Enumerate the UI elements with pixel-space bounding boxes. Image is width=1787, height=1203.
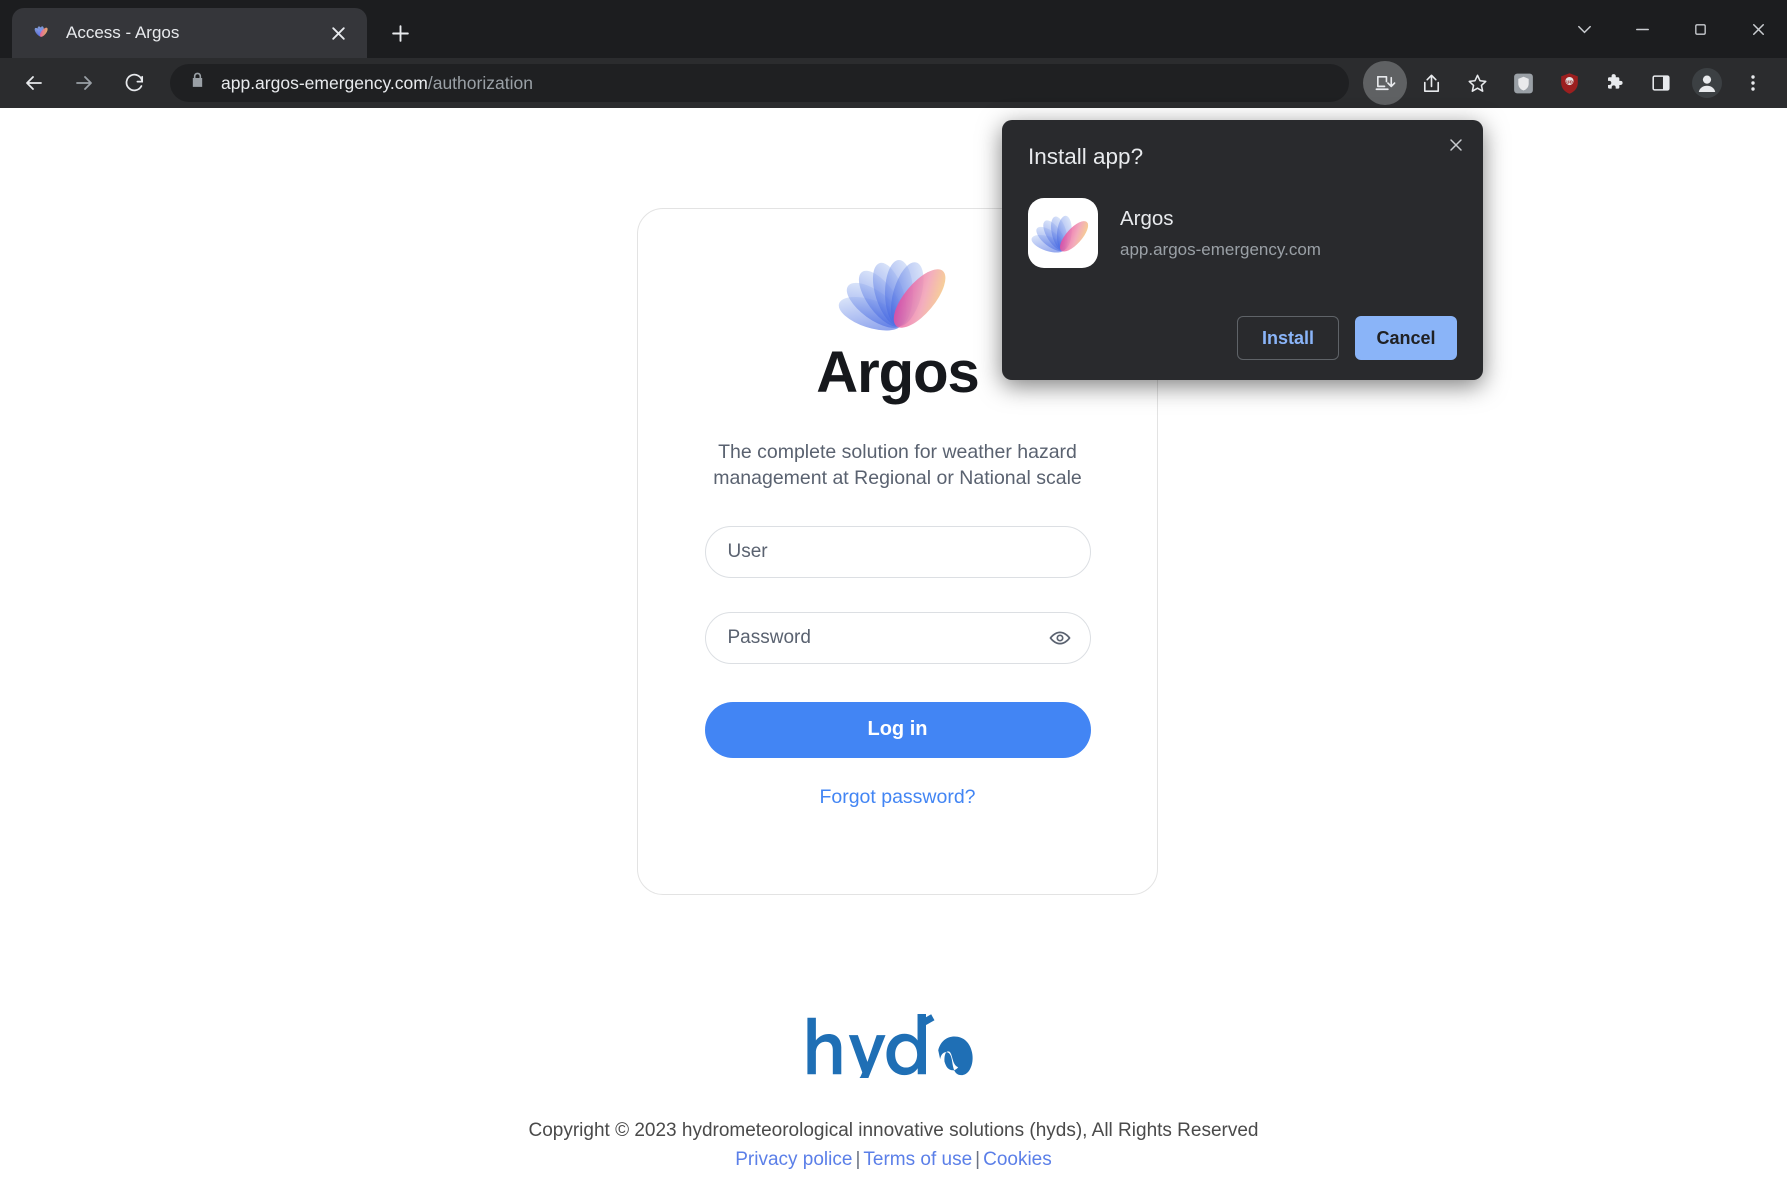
dialog-app-row: Argos app.argos-emergency.com: [1028, 198, 1457, 268]
profile-avatar-icon[interactable]: [1685, 61, 1729, 105]
side-panel-icon[interactable]: [1639, 61, 1683, 105]
legal-separator-2: |: [975, 1149, 981, 1170]
dialog-app-origin: app.argos-emergency.com: [1120, 239, 1321, 259]
browser-toolbar: app.argos-emergency.com/authorization ʊᴏ: [0, 58, 1787, 108]
chrome-menu-icon[interactable]: [1731, 61, 1775, 105]
brand: Argos: [816, 237, 980, 406]
argos-flower-icon: [1028, 198, 1098, 268]
extensions-puzzle-icon[interactable]: [1593, 61, 1637, 105]
copyright-text: Copyright © 2023 hydrometeorological inn…: [528, 1120, 1259, 1141]
url-path: /authorization: [427, 72, 533, 93]
svg-text:ʊᴏ: ʊᴏ: [1566, 79, 1573, 85]
legal-links: Privacy police | Terms of use | Cookies: [735, 1149, 1052, 1171]
login-button[interactable]: Log in: [704, 701, 1091, 758]
cancel-button[interactable]: Cancel: [1355, 316, 1457, 360]
dialog-close-icon[interactable]: [1441, 130, 1471, 160]
hyds-wave-logo: [799, 1014, 989, 1088]
back-button[interactable]: [12, 61, 56, 105]
lock-icon: [190, 72, 205, 94]
url-host: app.argos-emergency.com: [221, 72, 428, 93]
ublock-origin-icon[interactable]: ʊᴏ: [1547, 61, 1591, 105]
extension-shield-icon[interactable]: [1501, 61, 1545, 105]
password-input[interactable]: [727, 612, 1068, 663]
argos-flower-icon: [30, 22, 52, 44]
window-controls: [1555, 0, 1787, 58]
minimize-button[interactable]: [1613, 7, 1671, 51]
password-field[interactable]: [704, 611, 1091, 664]
bookmark-star-icon[interactable]: [1455, 61, 1499, 105]
new-tab-button[interactable]: [385, 18, 415, 48]
privacy-link[interactable]: Privacy police: [735, 1149, 852, 1170]
eye-icon[interactable]: [1046, 624, 1074, 652]
forgot-password-link[interactable]: Forgot password?: [819, 786, 975, 809]
dialog-app-info: Argos app.argos-emergency.com: [1120, 207, 1321, 260]
terms-link[interactable]: Terms of use: [863, 1149, 972, 1170]
tab-strip: Access - Argos: [0, 0, 1787, 58]
tab-title: Access - Argos: [66, 23, 180, 42]
install-app-dialog: Install app? Argos app.argos-emergency.c…: [1002, 120, 1483, 380]
url-text: app.argos-emergency.com/authorization: [221, 73, 533, 94]
cookies-link[interactable]: Cookies: [983, 1149, 1052, 1170]
tab-close-icon[interactable]: [323, 18, 353, 48]
install-app-icon[interactable]: [1363, 61, 1407, 105]
dialog-app-name: Argos: [1120, 206, 1174, 230]
tagline: The complete solution for weather hazard…: [713, 441, 1082, 489]
install-button[interactable]: Install: [1237, 316, 1339, 360]
toolbar-actions: ʊᴏ: [1363, 61, 1775, 105]
legal-separator-1: |: [855, 1149, 861, 1170]
forward-button[interactable]: [62, 61, 106, 105]
dialog-actions: Install Cancel: [1237, 316, 1457, 360]
user-input[interactable]: [727, 526, 1068, 577]
browser-tab[interactable]: Access - Argos: [12, 8, 367, 58]
address-bar[interactable]: app.argos-emergency.com/authorization: [170, 64, 1349, 102]
user-field[interactable]: [704, 525, 1091, 578]
dialog-title: Install app?: [1028, 144, 1144, 169]
brand-name: Argos: [816, 340, 980, 405]
argos-flower-logo: [837, 237, 957, 345]
close-window-button[interactable]: [1729, 7, 1787, 51]
browser-window: Access - Argos app.argos-emergency.com/a…: [0, 0, 1787, 1203]
share-icon[interactable]: [1409, 61, 1453, 105]
tab-search-button[interactable]: [1555, 7, 1613, 51]
page-footer: Copyright © 2023 hydrometeorological inn…: [0, 1014, 1787, 1171]
page-content: Argos The complete solution for weather …: [0, 108, 1787, 1203]
maximize-button[interactable]: [1671, 7, 1729, 51]
reload-button[interactable]: [112, 61, 156, 105]
